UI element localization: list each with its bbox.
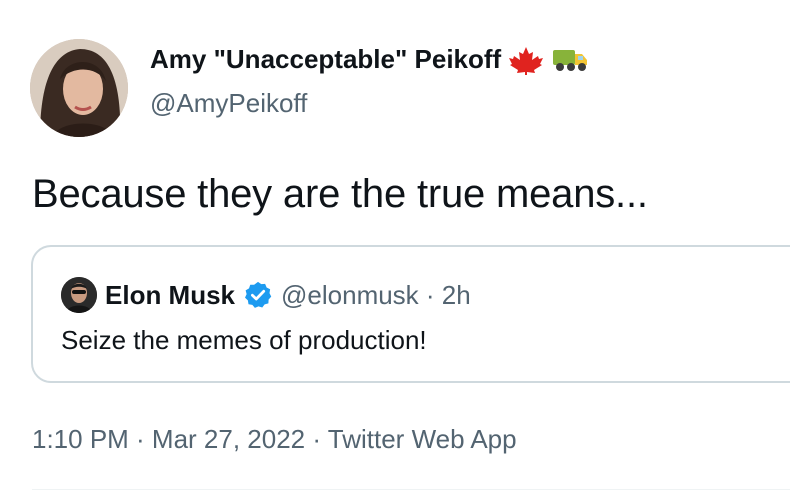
quoted-author-avatar-image (61, 277, 97, 313)
quoted-tweet-header: Elon Musk @elonmusk · 2h (61, 277, 471, 313)
truck-icon (553, 49, 588, 71)
author-handle[interactable]: @AmyPeikoff (150, 88, 307, 119)
author-avatar-image (30, 39, 128, 137)
maple-leaf-icon (509, 46, 544, 75)
divider (32, 489, 790, 490)
verified-badge-icon (245, 281, 272, 308)
author-name-text: Amy "Unacceptable" Peikoff (150, 44, 502, 74)
author-name[interactable]: Amy "Unacceptable" Peikoff (150, 44, 589, 75)
quoted-author-avatar[interactable] (61, 277, 97, 313)
author-avatar[interactable] (30, 39, 128, 137)
quoted-handle-time[interactable]: @elonmusk · 2h (281, 280, 471, 311)
quoted-tweet-card[interactable]: Elon Musk @elonmusk · 2h Seize the memes… (31, 245, 790, 383)
tweet-timestamp[interactable]: 1:10 PM · Mar 27, 2022 · Twitter Web App (32, 424, 517, 455)
tweet-text: Because they are the true means... (32, 172, 648, 216)
quoted-tweet-text: Seize the memes of production! (61, 325, 427, 355)
quoted-author-name[interactable]: Elon Musk (105, 280, 235, 311)
